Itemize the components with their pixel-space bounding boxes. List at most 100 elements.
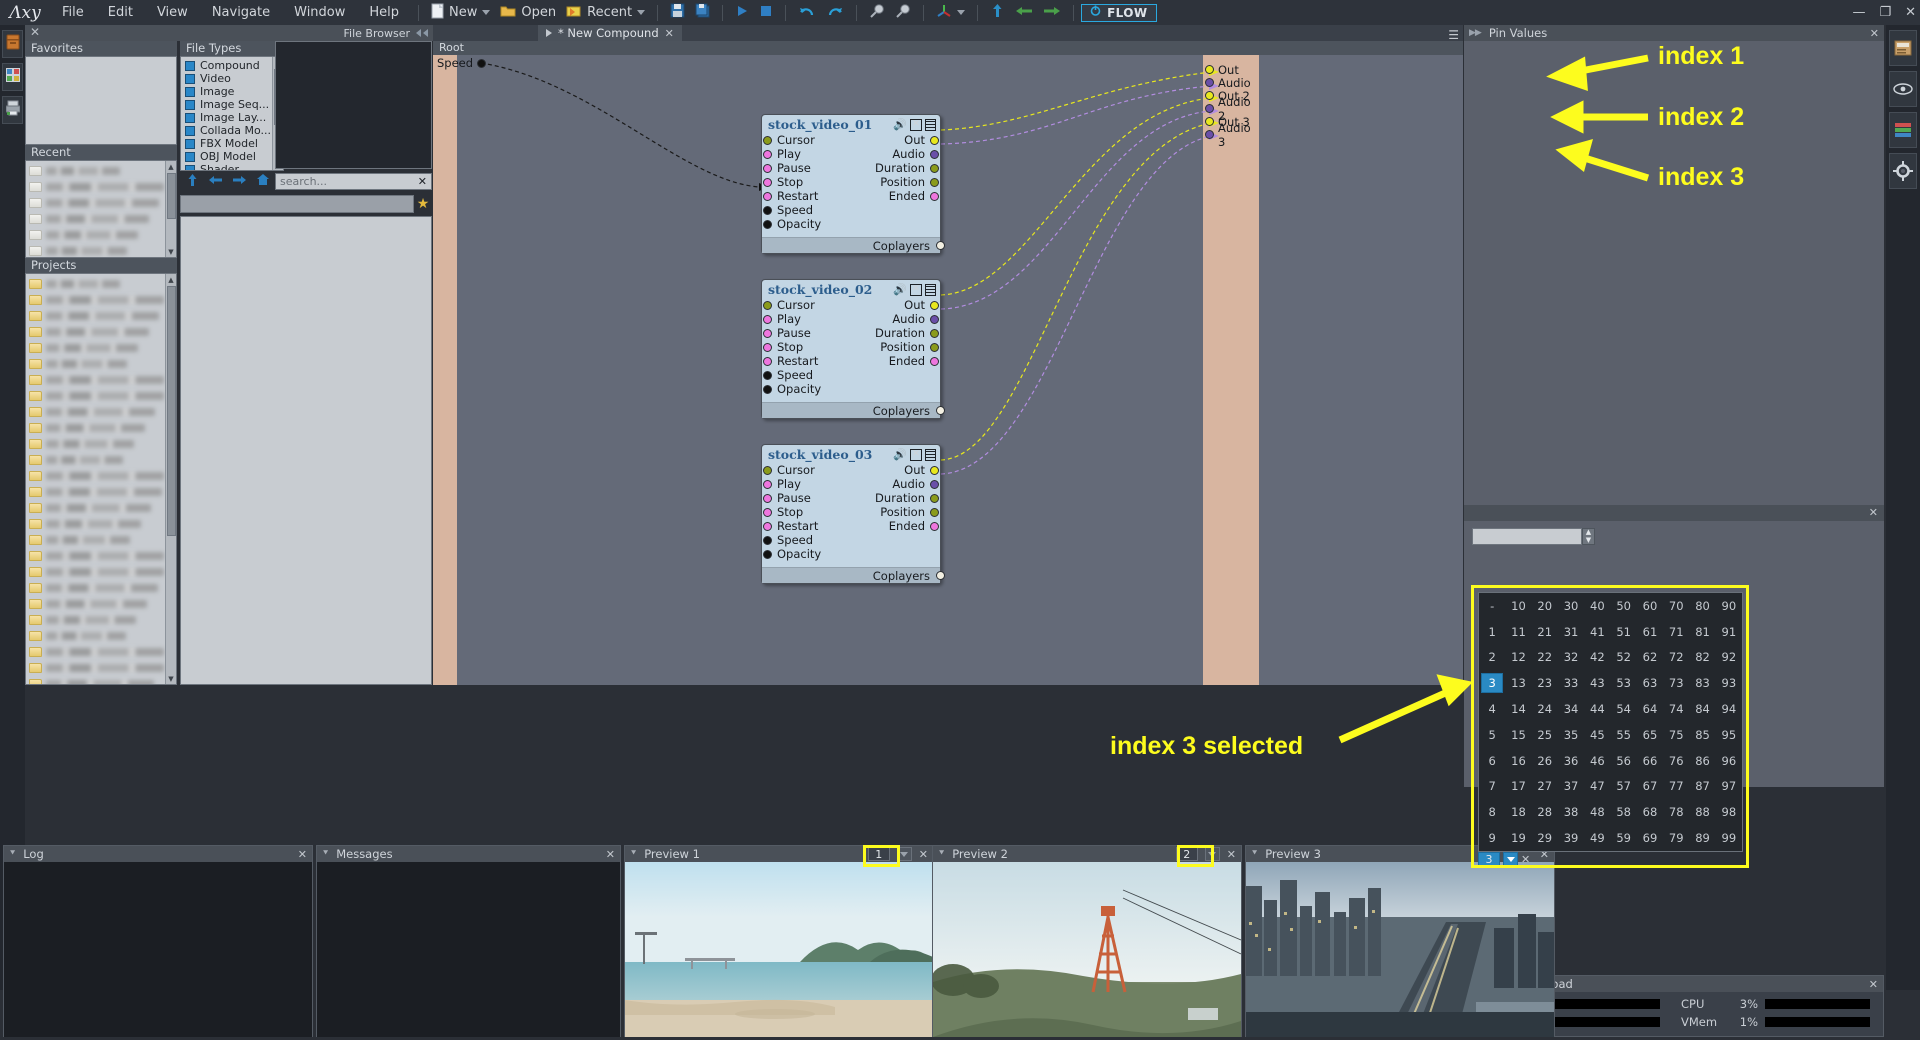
pin-dot[interactable] xyxy=(477,58,487,68)
list-item[interactable] xyxy=(26,468,164,484)
node-output-pin[interactable]: Out xyxy=(904,298,939,312)
node-stock_video_02[interactable]: stock_video_02 🔊 ✕ Cursor Out Play Audio Pause D… xyxy=(761,279,945,419)
pin-dot[interactable] xyxy=(930,493,939,503)
tab-new-compound[interactable]: * New Compound ✕ xyxy=(538,25,682,41)
expand-right-icon[interactable]: ▶▶ xyxy=(1469,28,1482,38)
toolbar-open-button[interactable]: Open xyxy=(495,0,561,25)
list-item[interactable] xyxy=(26,243,164,257)
toolbar-play-button[interactable] xyxy=(730,0,754,25)
toolbar-zoom-out-button[interactable] xyxy=(864,0,890,25)
menu-navigate[interactable]: Navigate xyxy=(200,0,282,25)
node-input-pin[interactable]: Play xyxy=(763,147,801,161)
node-footer[interactable]: Coplayers xyxy=(762,567,945,583)
file-type-item[interactable]: Collada Mo... xyxy=(181,124,271,137)
pin-dot[interactable] xyxy=(930,163,939,173)
pin-dot[interactable] xyxy=(763,314,772,324)
minimize-button[interactable]: — xyxy=(1852,5,1865,20)
node-input-pin[interactable]: Cursor xyxy=(763,463,815,477)
scroll-down-icon[interactable]: ▼ xyxy=(166,246,176,257)
list-item[interactable] xyxy=(26,404,164,420)
file-type-item[interactable]: Compound xyxy=(181,59,271,72)
pin-dot[interactable] xyxy=(763,465,772,475)
checkbox-icon[interactable] xyxy=(185,73,195,84)
node-output-pin[interactable]: Position xyxy=(880,505,939,519)
node-header[interactable]: stock_video_01 🔊 ✕ xyxy=(762,115,940,132)
close-icon[interactable]: ✕ xyxy=(418,175,427,188)
node-output-pin[interactable]: Audio xyxy=(892,477,939,491)
search-input[interactable]: search... ✕ xyxy=(275,173,432,190)
collapse-icon[interactable]: ⯆ xyxy=(322,849,329,859)
flow-button[interactable]: FLOW xyxy=(1081,3,1157,22)
toolbar-recent-button[interactable]: Recent xyxy=(561,0,650,25)
toolbar-save-all-button[interactable] xyxy=(690,0,715,25)
node-output-pin[interactable]: Position xyxy=(880,340,939,354)
list-item[interactable] xyxy=(26,340,164,356)
strip-button-browser[interactable] xyxy=(2,30,23,58)
node-stock_video_01[interactable]: stock_video_01 🔊 ✕ Cursor Out Play Audio Pause D… xyxy=(761,114,945,254)
file-types-list[interactable]: Compound Video Image Image Seq... Image Lay.… xyxy=(180,56,284,171)
list-item[interactable] xyxy=(26,211,164,227)
node-input-pin[interactable]: Opacity xyxy=(763,217,821,231)
inspector-value-field[interactable] xyxy=(1472,527,1582,545)
pin-dot[interactable] xyxy=(930,191,939,201)
node-output-pin[interactable]: Ended xyxy=(889,189,939,203)
pin-dot[interactable] xyxy=(930,328,939,338)
file-content-area[interactable] xyxy=(180,216,432,685)
list-item[interactable] xyxy=(26,644,164,660)
speaker-icon[interactable]: 🔊 xyxy=(893,283,907,296)
list-item[interactable] xyxy=(26,484,164,500)
node-input-pin[interactable]: Play xyxy=(763,477,801,491)
node-input-pin[interactable]: Play xyxy=(763,312,801,326)
pin-dot[interactable] xyxy=(1205,117,1214,126)
pin-dot[interactable] xyxy=(763,342,772,352)
toolbar-zoom-in-button[interactable] xyxy=(890,0,916,25)
pin-dot[interactable] xyxy=(930,356,939,366)
notes-icon[interactable] xyxy=(1889,30,1917,66)
node-header[interactable]: stock_video_03 🔊 ✕ xyxy=(762,445,940,462)
node-footer[interactable]: Coplayers xyxy=(762,402,945,418)
list-item[interactable] xyxy=(26,676,164,684)
node-input-pin[interactable]: Speed xyxy=(763,368,813,382)
node-output-pin[interactable]: Duration xyxy=(875,161,939,175)
pin-dot[interactable] xyxy=(930,521,939,531)
close-button[interactable]: ✕ xyxy=(1905,5,1916,20)
node-input-pin[interactable]: Pause xyxy=(763,326,811,340)
preview2-image[interactable] xyxy=(933,862,1241,1037)
list-item[interactable] xyxy=(26,564,164,580)
node-output-pin[interactable]: Ended xyxy=(889,519,939,533)
menu-edit[interactable]: Edit xyxy=(96,0,145,25)
pin-dot[interactable] xyxy=(763,205,772,215)
node-graph-canvas[interactable]: Root Speed stock_video_01 🔊 ✕ Cursor Out Play… xyxy=(433,41,1463,685)
close-icon[interactable]: ✕ xyxy=(606,848,615,861)
list-item[interactable] xyxy=(26,372,164,388)
graph-input-pin-speed[interactable]: Speed xyxy=(437,56,487,70)
pin-dot[interactable] xyxy=(763,135,772,145)
strip-button-layout[interactable] xyxy=(2,63,23,91)
spinner-icon[interactable]: ▲ ▼ xyxy=(1582,527,1595,545)
node-input-pin[interactable]: Speed xyxy=(763,533,813,547)
close-icon[interactable]: ✕ xyxy=(1227,848,1236,861)
arrow-up-icon[interactable] xyxy=(186,173,199,191)
chevron-down-icon[interactable] xyxy=(482,10,491,15)
pin-dot[interactable] xyxy=(763,384,772,394)
list-item[interactable] xyxy=(26,500,164,516)
menu-help[interactable]: Help xyxy=(357,0,411,25)
pin-dot[interactable] xyxy=(930,479,939,489)
list-item[interactable] xyxy=(26,628,164,644)
list-item[interactable] xyxy=(26,596,164,612)
scroll-up-icon[interactable]: ▲ xyxy=(166,274,176,285)
close-box-icon[interactable]: ✕ xyxy=(910,448,922,461)
list-item[interactable] xyxy=(26,163,164,179)
checkbox-icon[interactable] xyxy=(185,151,195,162)
checkbox-icon[interactable] xyxy=(185,99,195,110)
pin-dot[interactable] xyxy=(936,241,945,250)
expand-right-icon[interactable] xyxy=(546,29,552,37)
scroll-down-icon[interactable]: ▼ xyxy=(166,673,176,684)
collapse-icon[interactable]: ⯆ xyxy=(938,849,945,859)
toolbar-new-button[interactable]: New xyxy=(426,0,495,25)
pin-dot[interactable] xyxy=(1205,78,1214,87)
toolbar-stop-button[interactable] xyxy=(754,0,778,25)
node-stock_video_03[interactable]: stock_video_03 🔊 ✕ Cursor Out Play Audio Pause D… xyxy=(761,444,945,584)
node-input-pin[interactable]: Cursor xyxy=(763,133,815,147)
pin-dot[interactable] xyxy=(763,370,772,380)
